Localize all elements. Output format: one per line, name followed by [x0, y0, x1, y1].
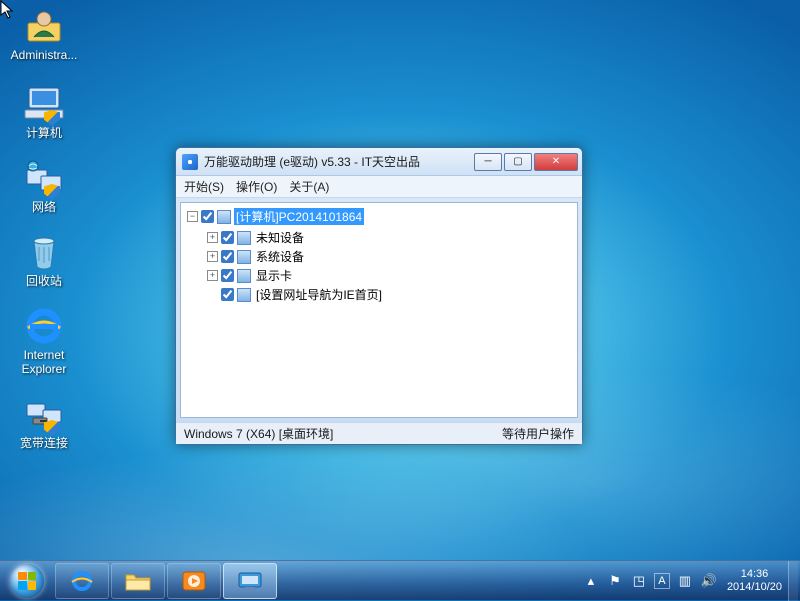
maximize-button[interactable]: ▢ [504, 153, 532, 171]
recycle-bin-icon [26, 233, 62, 271]
node-label[interactable]: 系统设备 [254, 248, 306, 265]
tree-node-display[interactable]: + 显示卡 [205, 266, 573, 285]
clock[interactable]: 14:36 2014/10/20 [727, 568, 782, 594]
expand-icon[interactable]: + [207, 270, 218, 281]
ie-icon [69, 568, 95, 594]
ie-icon [24, 306, 64, 346]
start-orb-icon [10, 564, 44, 598]
checkbox[interactable] [221, 250, 234, 263]
desktop-icon-recycle-bin[interactable]: 回收站 [6, 232, 82, 288]
titlebar[interactable]: 万能驱动助理 (e驱动) v5.33 - IT天空出品 ─ ▢ ✕ [176, 148, 582, 176]
ime-icon[interactable]: A [654, 573, 670, 589]
action-center-icon[interactable]: ⚑ [606, 572, 624, 590]
menubar: 开始(S) 操作(O) 关于(A) [176, 176, 582, 198]
folder-icon [124, 570, 152, 592]
uac-shield-icon [44, 110, 60, 126]
taskbar-button-app[interactable] [223, 563, 277, 599]
start-button[interactable] [0, 561, 54, 601]
taskbar-button-ie[interactable] [55, 563, 109, 599]
device-tree: − [计算机]PC2014101864 + 未知设备 + [183, 207, 575, 305]
checkbox[interactable] [221, 269, 234, 282]
tree-node-setnav[interactable]: + [设置网址导航为IE首页] [205, 285, 573, 304]
tree-root[interactable]: − [计算机]PC2014101864 + 未知设备 + [185, 207, 575, 305]
icon-label: 计算机 [6, 126, 82, 140]
clock-date: 2014/10/20 [727, 581, 782, 594]
clock-time: 14:36 [727, 568, 782, 581]
app-window: 万能驱动助理 (e驱动) v5.33 - IT天空出品 ─ ▢ ✕ 开始(S) … [175, 147, 583, 445]
icon-label: Internet Explorer [6, 348, 82, 376]
taskbar-button-wmp[interactable] [167, 563, 221, 599]
checkbox[interactable] [221, 288, 234, 301]
desktop-icon-ie[interactable]: Internet Explorer [6, 306, 82, 376]
minimize-button[interactable]: ─ [474, 153, 502, 171]
collapse-icon[interactable]: − [187, 211, 198, 222]
uac-shield-icon [44, 184, 60, 200]
settings-node-icon [237, 288, 251, 302]
expand-icon[interactable]: + [207, 232, 218, 243]
checkbox[interactable] [221, 231, 234, 244]
icon-label: 宽带连接 [6, 436, 82, 450]
menu-start[interactable]: 开始(S) [184, 178, 224, 195]
checkbox[interactable] [201, 210, 214, 223]
window-title: 万能驱动助理 (e驱动) v5.33 - IT天空出品 [204, 153, 474, 170]
status-right: 等待用户操作 [502, 425, 574, 442]
device-node-icon [237, 250, 251, 264]
status-left: Windows 7 (X64) [桌面环境] [184, 425, 502, 442]
driver-app-icon [236, 570, 264, 592]
desktop-icon-broadband[interactable]: 宽带连接 [6, 394, 82, 450]
expand-icon[interactable]: + [207, 251, 218, 262]
menu-about[interactable]: 关于(A) [289, 178, 329, 195]
uac-shield-icon [44, 420, 60, 436]
device-node-icon [237, 269, 251, 283]
tool-icon[interactable]: ◳ [630, 572, 648, 590]
user-folder-icon [24, 7, 64, 45]
tree-node-unknown[interactable]: + 未知设备 [205, 228, 573, 247]
system-tray: ▴ ⚑ ◳ A ▥ 🔊 14:36 2014/10/20 [579, 561, 800, 600]
tray-overflow-icon[interactable]: ▴ [582, 572, 600, 590]
desktop-icon-computer[interactable]: 计算机 [6, 84, 82, 140]
statusbar: Windows 7 (X64) [桌面环境] 等待用户操作 [176, 422, 582, 444]
taskbar: ▴ ⚑ ◳ A ▥ 🔊 14:36 2014/10/20 [0, 560, 800, 600]
close-button[interactable]: ✕ [534, 153, 578, 171]
tree-node-system[interactable]: + 系统设备 [205, 247, 573, 266]
node-label[interactable]: [计算机]PC2014101864 [234, 208, 364, 225]
show-desktop-button[interactable] [788, 561, 798, 601]
taskbar-button-explorer[interactable] [111, 563, 165, 599]
node-label[interactable]: [设置网址导航为IE首页] [254, 286, 384, 303]
volume-icon[interactable]: 🔊 [700, 572, 718, 590]
app-icon [182, 154, 198, 170]
icon-label: Administra... [6, 48, 82, 62]
client-area: − [计算机]PC2014101864 + 未知设备 + [180, 202, 578, 418]
media-player-icon [181, 568, 207, 594]
device-node-icon [237, 231, 251, 245]
desktop-icon-network[interactable]: 网络 [6, 158, 82, 214]
node-label[interactable]: 显示卡 [254, 267, 294, 284]
computer-node-icon [217, 210, 231, 224]
node-label[interactable]: 未知设备 [254, 229, 306, 246]
menu-operate[interactable]: 操作(O) [236, 178, 277, 195]
network-tray-icon[interactable]: ▥ [676, 572, 694, 590]
icon-label: 回收站 [6, 274, 82, 288]
icon-label: 网络 [6, 200, 82, 214]
desktop-icon-administrator[interactable]: Administra... [6, 6, 82, 62]
